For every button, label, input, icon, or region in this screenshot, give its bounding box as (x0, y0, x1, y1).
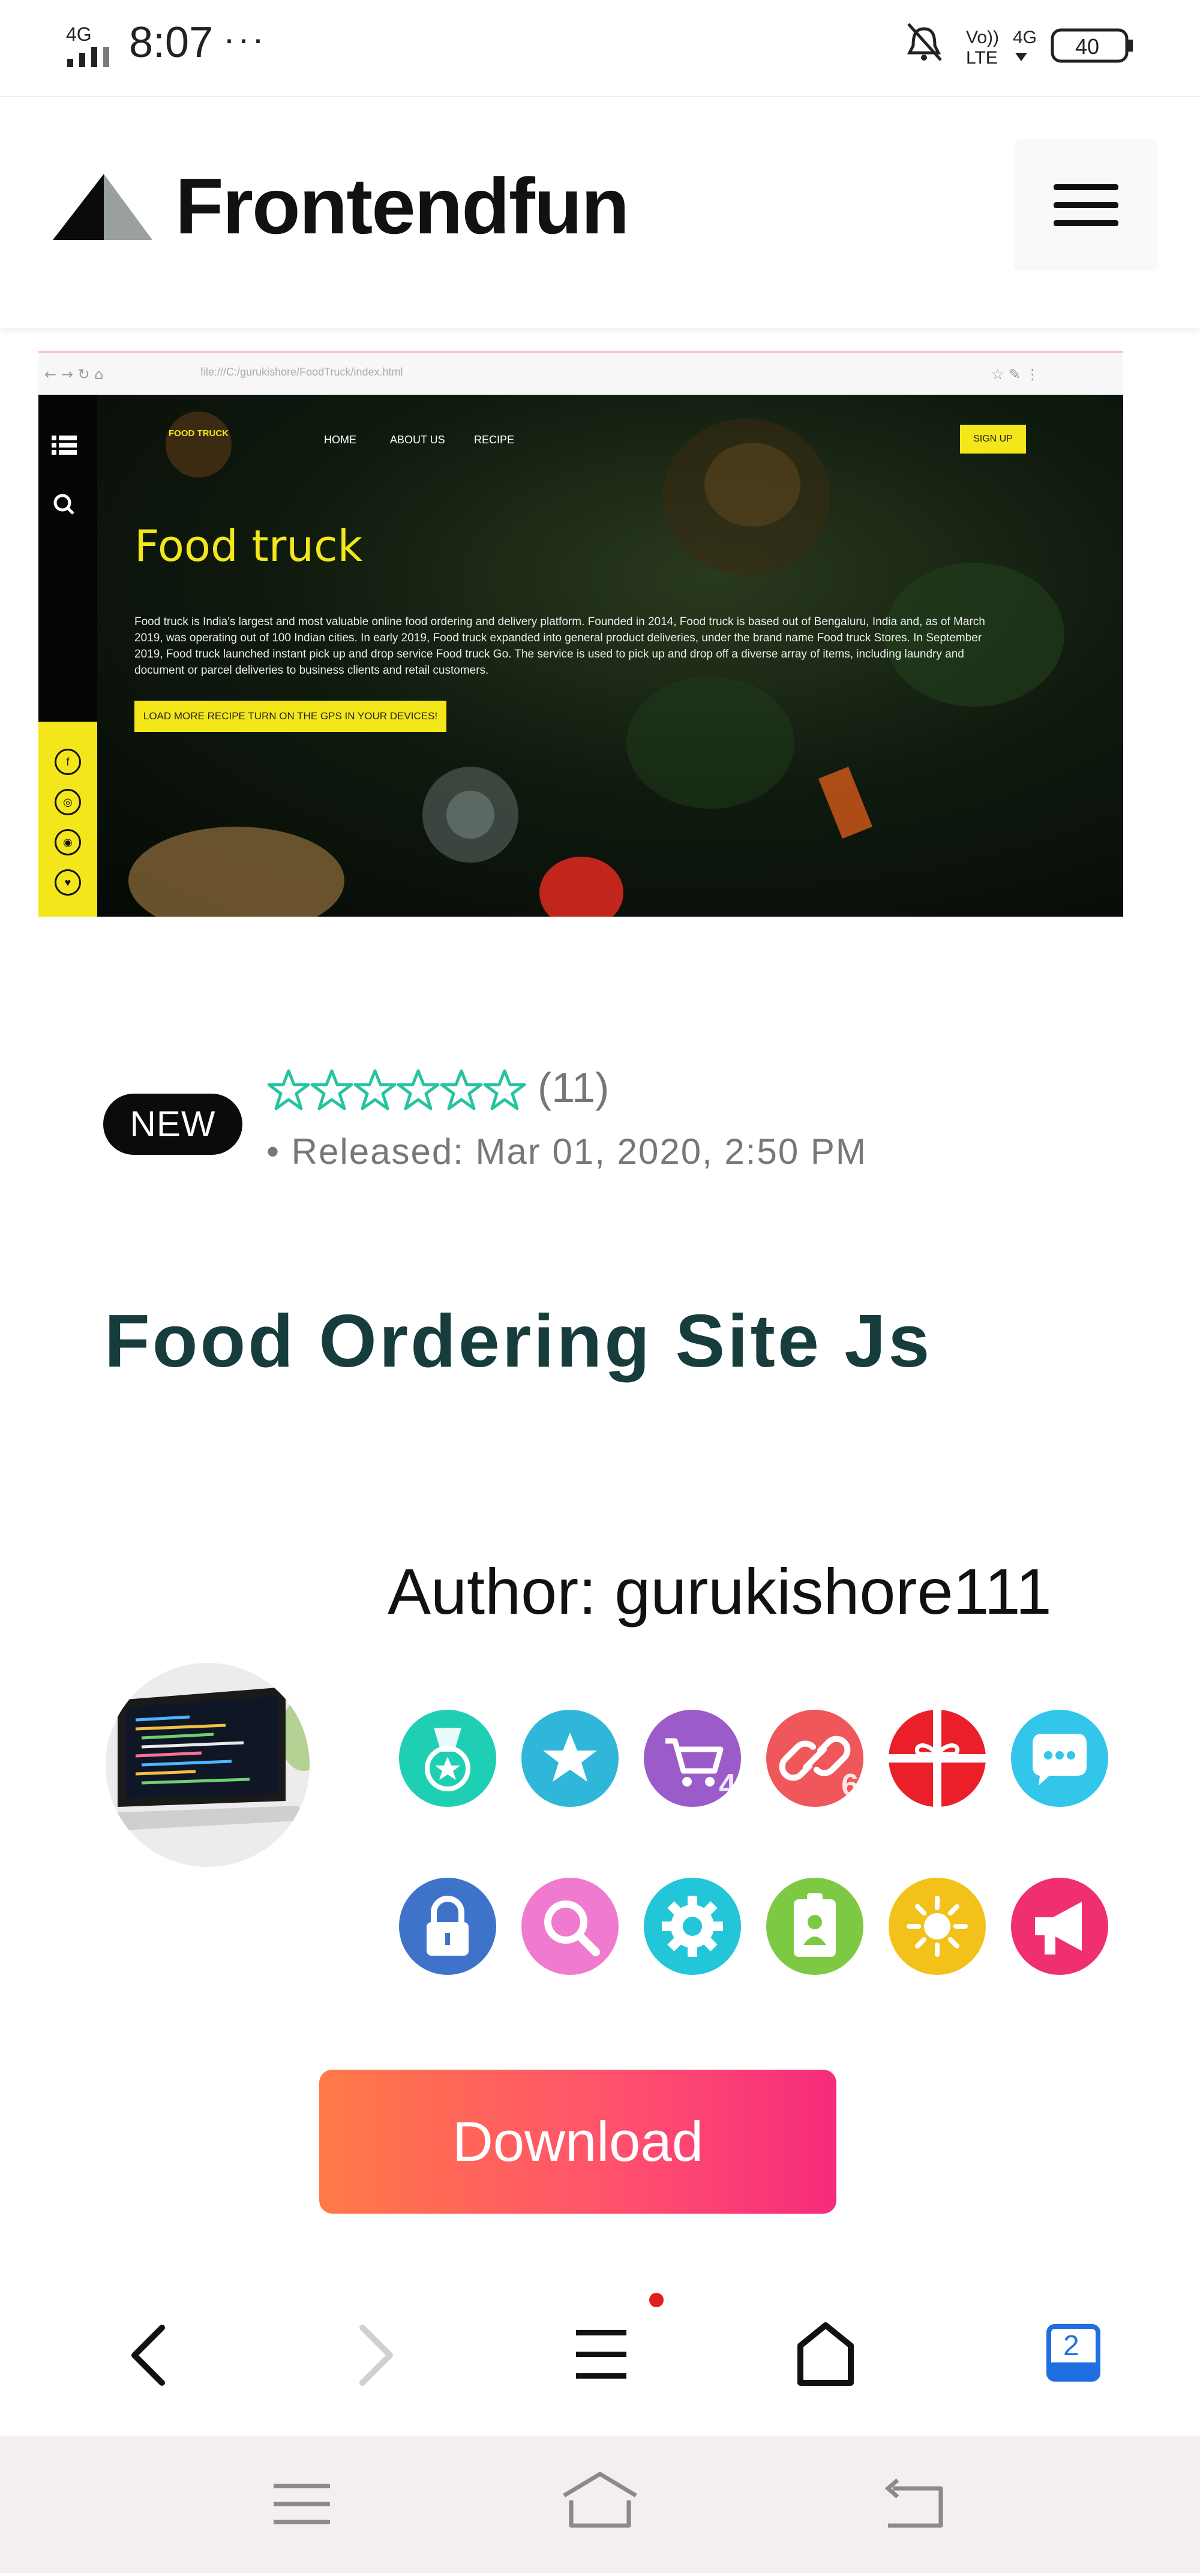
logo-icon[interactable] (53, 169, 155, 248)
gift-icon (889, 1710, 986, 1807)
preview-nav-recipe: RECIPE (474, 434, 515, 446)
badge-chat[interactable] (1011, 1710, 1108, 1807)
badge-cart[interactable]: 4 (644, 1710, 741, 1807)
preview-browser-bar: ← → ↻ ⌂ file:///C:/gurukishore/FoodTruck… (38, 353, 1123, 395)
medal-icon (425, 1728, 470, 1791)
network-type: 4G (66, 23, 92, 45)
star-icon (483, 1069, 526, 1110)
star-icon (310, 1069, 353, 1110)
download-button[interactable]: Download (319, 2070, 836, 2214)
badge-link[interactable]: 6 (766, 1710, 863, 1807)
id-badge-icon (794, 1893, 836, 1957)
volte-label: Vo)) (966, 28, 999, 47)
badge-count: 6 (841, 1768, 859, 1803)
home-icon[interactable] (797, 2322, 854, 2386)
star-icon (397, 1069, 440, 1110)
svg-text:← → ↻ ⌂: ← → ↻ ⌂ (44, 366, 103, 383)
status-icons: Vo)) LTE 4G 40 (906, 18, 1158, 75)
star-icon (353, 1069, 397, 1110)
forward-icon[interactable] (359, 2325, 393, 2386)
badge-gear[interactable] (644, 1878, 741, 1975)
status-dots: ··· (223, 19, 266, 59)
page-title: Food Ordering Site Js (104, 1300, 932, 1383)
search-icon (544, 1901, 600, 1956)
badge-search[interactable] (521, 1878, 619, 1975)
badge-id-badge[interactable] (766, 1878, 863, 1975)
badge-megaphone[interactable] (1011, 1878, 1108, 1975)
pinterest-icon: ◉ (55, 829, 81, 855)
signal-icon: 4G (66, 23, 120, 74)
tabs-icon[interactable]: 2 (1046, 2324, 1100, 2382)
back-icon[interactable] (131, 2325, 165, 2386)
preview-logo: FOOD TRUCK (166, 412, 232, 478)
megaphone-icon (1035, 1902, 1082, 1954)
badge-medal[interactable] (399, 1710, 496, 1807)
hamburger-menu-button[interactable] (1014, 139, 1158, 271)
preview-social-rail: f ◎ ◉ ♥ (38, 722, 97, 917)
battery-level: 40 (1075, 34, 1099, 59)
preview-logo-text: FOOD TRUCK (169, 428, 229, 439)
lte-label: LTE (966, 48, 998, 68)
badge-star[interactable] (521, 1710, 619, 1807)
battery-icon: 40 (1051, 28, 1133, 63)
net-right-label: 4G (1013, 28, 1037, 47)
sun-icon (907, 1896, 968, 1957)
instagram-icon: ◎ (55, 789, 81, 815)
preview-site: f ◎ ◉ ♥ FOOD TRUCK HOME ABOUT US RECIPE … (38, 395, 1123, 917)
project-screenshot[interactable]: ← → ↻ ⌂ file:///C:/gurukishore/FoodTruck… (38, 351, 1123, 917)
rating-stars[interactable] (267, 1068, 532, 1119)
gear-icon (662, 1896, 723, 1957)
preview-site-title: Food truck (134, 521, 363, 571)
badge-count: 4 (719, 1768, 736, 1803)
new-badge: NEW (103, 1094, 242, 1155)
star-icon (440, 1069, 483, 1110)
home-icon[interactable] (563, 2472, 637, 2528)
preview-description: Food truck is India's largest and most v… (134, 616, 985, 677)
facebook-icon: f (55, 749, 81, 775)
status-bar: 4G 8:07 ··· Vo)) LTE 4G 40 (0, 0, 1200, 90)
preview-nav-home: HOME (324, 434, 356, 446)
author-name[interactable]: Author: gurukishore111 (388, 1554, 1052, 1629)
rating-count: (11) (538, 1064, 610, 1111)
menu-icon[interactable] (576, 2293, 664, 2379)
back-icon[interactable] (884, 2478, 943, 2528)
recent-apps-icon[interactable] (274, 2484, 330, 2524)
browser-navigation-bar: 2 (0, 2280, 1200, 2436)
star-icon (267, 1069, 310, 1110)
preview-nav-about: ABOUT US (390, 434, 445, 446)
brand-name[interactable]: Frontendfun (175, 161, 629, 251)
lock-icon (427, 1896, 469, 1956)
hamburger-menu-icon (1054, 184, 1118, 226)
preview-cta-button: LOAD MORE RECIPE TURN ON THE GPS IN YOUR… (134, 701, 446, 732)
badge-sun[interactable] (889, 1878, 986, 1975)
status-time: 8:07 (129, 19, 214, 67)
notification-dot (649, 2293, 664, 2307)
release-date: • Released: Mar 01, 2020, 2:50 PM (266, 1131, 867, 1172)
tab-count: 2 (1063, 2330, 1079, 2362)
preview-signup-button: SIGN UP (960, 425, 1026, 454)
chat-icon (1033, 1734, 1087, 1785)
avatar[interactable] (106, 1663, 310, 1867)
preview-side-rail (38, 395, 97, 722)
svg-text:☆ ✎ ⋮: ☆ ✎ ⋮ (991, 366, 1040, 383)
laptop-image (106, 1663, 310, 1867)
star-icon (543, 1733, 597, 1782)
twitter-icon: ♥ (55, 869, 81, 896)
mute-bell-icon (907, 23, 942, 61)
system-navigation-bar (0, 2436, 1200, 2573)
badge-lock[interactable] (399, 1878, 496, 1975)
preview-url: file:///C:/gurukishore/FoodTruck/index.h… (200, 366, 403, 378)
badge-gift[interactable] (889, 1710, 986, 1807)
